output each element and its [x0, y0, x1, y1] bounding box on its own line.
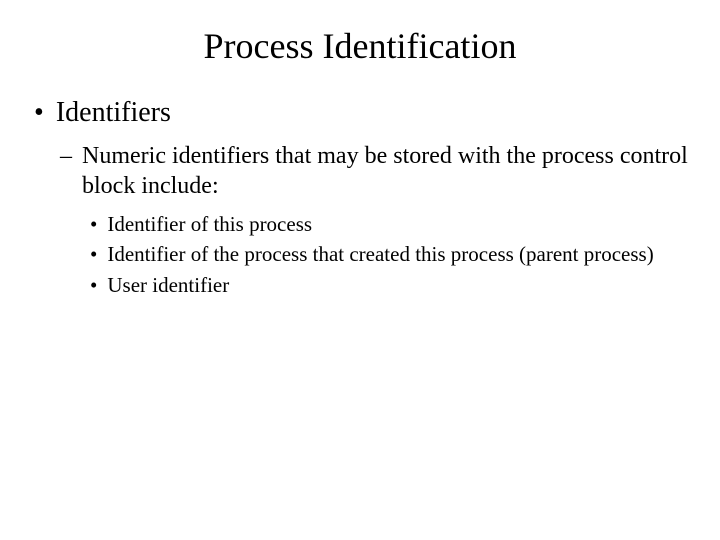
- list-text: Identifiers: [56, 97, 690, 129]
- list-text: Identifier of this process: [107, 211, 690, 237]
- list-text: Identifier of the process that created t…: [107, 241, 690, 267]
- slide-title: Process Identification: [30, 25, 690, 67]
- bullet-marker: •: [90, 272, 97, 298]
- bullet-marker: •: [90, 241, 97, 267]
- list-item-l1: • Identifiers: [30, 97, 690, 129]
- list-item-l2: – Numeric identifiers that may be stored…: [60, 141, 690, 201]
- list-item-l3: • Identifier of the process that created…: [90, 241, 690, 267]
- list-item-l3: • User identifier: [90, 272, 690, 298]
- dash-marker: –: [60, 141, 72, 171]
- list-item-l3: • Identifier of this process: [90, 211, 690, 237]
- bullet-marker: •: [34, 97, 44, 129]
- list-text: User identifier: [107, 272, 690, 298]
- bullet-marker: •: [90, 211, 97, 237]
- list-text: Numeric identifiers that may be stored w…: [82, 141, 690, 201]
